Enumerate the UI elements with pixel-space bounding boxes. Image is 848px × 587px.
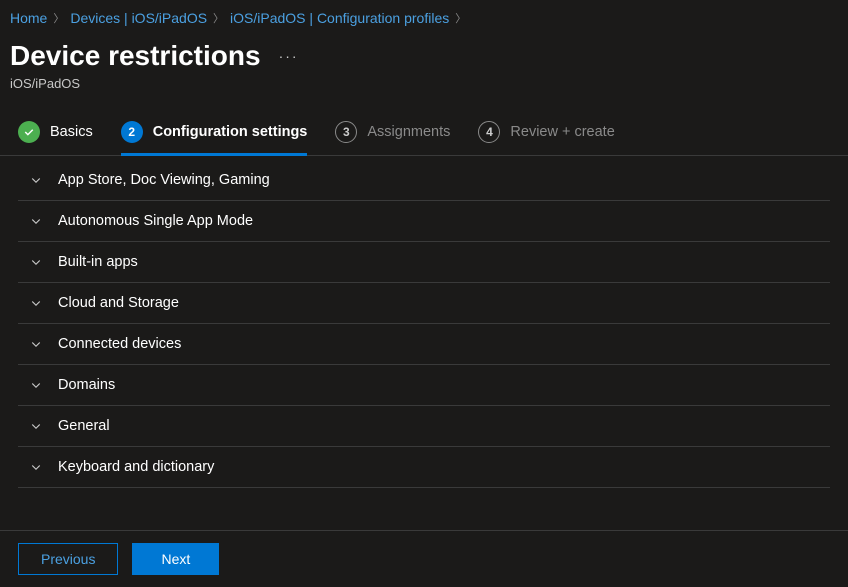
section-general[interactable]: General — [18, 406, 830, 447]
chevron-down-icon — [30, 297, 42, 309]
chevron-down-icon — [30, 215, 42, 227]
section-keyboard-dictionary[interactable]: Keyboard and dictionary — [18, 447, 830, 488]
page-title: Device restrictions — [10, 40, 261, 72]
tab-review-create[interactable]: 4 Review + create — [478, 109, 614, 155]
section-domains[interactable]: Domains — [18, 365, 830, 406]
section-autonomous-single-app[interactable]: Autonomous Single App Mode — [18, 201, 830, 242]
chevron-down-icon — [30, 338, 42, 350]
tab-basics[interactable]: Basics — [18, 109, 93, 155]
wizard-tabs: Basics 2 Configuration settings 3 Assign… — [0, 109, 848, 156]
section-connected-devices[interactable]: Connected devices — [18, 324, 830, 365]
section-cloud-storage[interactable]: Cloud and Storage — [18, 283, 830, 324]
page-subtitle: iOS/iPadOS — [0, 74, 848, 109]
tab-label: Basics — [50, 124, 93, 140]
chevron-down-icon — [30, 174, 42, 186]
settings-accordion: App Store, Doc Viewing, Gaming Autonomou… — [0, 156, 848, 488]
section-label: App Store, Doc Viewing, Gaming — [58, 172, 270, 188]
wizard-footer: Previous Next — [0, 530, 848, 587]
tab-label: Assignments — [367, 124, 450, 140]
chevron-right-icon: 〉 — [213, 10, 224, 26]
section-built-in-apps[interactable]: Built-in apps — [18, 242, 830, 283]
breadcrumb-home[interactable]: Home — [10, 10, 47, 26]
step-number-icon: 4 — [478, 121, 500, 143]
section-label: Connected devices — [58, 336, 181, 352]
tab-configuration-settings[interactable]: 2 Configuration settings — [121, 109, 308, 155]
chevron-down-icon — [30, 379, 42, 391]
breadcrumb-config-profiles[interactable]: iOS/iPadOS | Configuration profiles — [230, 10, 449, 26]
tab-label: Configuration settings — [153, 124, 308, 140]
chevron-down-icon — [30, 420, 42, 432]
section-label: General — [58, 418, 110, 434]
chevron-right-icon: 〉 — [455, 10, 466, 26]
breadcrumb-devices[interactable]: Devices | iOS/iPadOS — [70, 10, 207, 26]
chevron-down-icon — [30, 461, 42, 473]
section-app-store[interactable]: App Store, Doc Viewing, Gaming — [18, 156, 830, 201]
previous-button[interactable]: Previous — [18, 543, 118, 575]
tab-label: Review + create — [510, 124, 614, 140]
check-icon — [18, 121, 40, 143]
step-number-icon: 2 — [121, 121, 143, 143]
section-label: Built-in apps — [58, 254, 138, 270]
tab-assignments[interactable]: 3 Assignments — [335, 109, 450, 155]
more-actions-button[interactable]: ··· — [279, 48, 299, 64]
section-label: Cloud and Storage — [58, 295, 179, 311]
breadcrumb: Home 〉 Devices | iOS/iPadOS 〉 iOS/iPadOS… — [0, 0, 848, 34]
chevron-down-icon — [30, 256, 42, 268]
step-number-icon: 3 — [335, 121, 357, 143]
next-button[interactable]: Next — [132, 543, 219, 575]
section-label: Keyboard and dictionary — [58, 459, 214, 475]
chevron-right-icon: 〉 — [53, 10, 64, 26]
section-label: Domains — [58, 377, 115, 393]
section-label: Autonomous Single App Mode — [58, 213, 253, 229]
